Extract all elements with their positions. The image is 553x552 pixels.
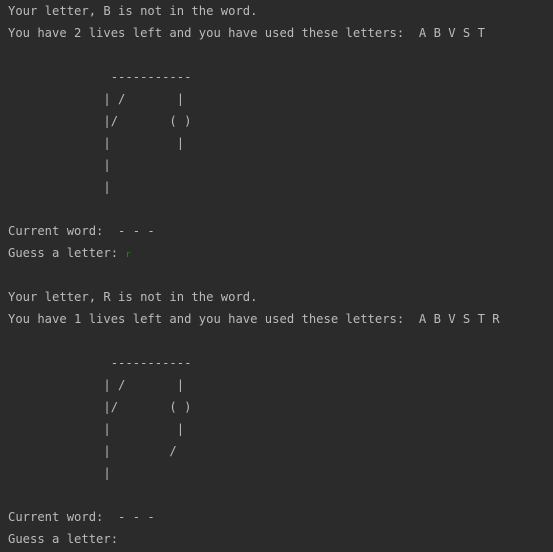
run-console-output[interactable]: Your letter, B is not in the word. You h… — [0, 0, 553, 549]
gallows-line: |/ ( ) — [8, 400, 192, 414]
gallows-line: ----------- — [8, 356, 192, 370]
guess-prompt: Guess a letter: — [8, 246, 126, 260]
gallows-line: |/ ( ) — [8, 114, 192, 128]
gallows-line: | — [8, 180, 111, 194]
gallows-line: | / | — [8, 92, 185, 106]
gallows-line: ----------- — [8, 70, 192, 84]
gallows-line: | | — [8, 136, 185, 150]
guess-prompt-line: Guess a letter: r — [8, 242, 131, 264]
typed-input: r — [125, 250, 131, 260]
lives-line: You have 1 lives left and you have used … — [8, 312, 500, 326]
lives-line: You have 2 lives left and you have used … — [8, 26, 485, 40]
guess-prompt-line[interactable]: Guess a letter: — [8, 528, 125, 550]
gallows-line: | — [8, 158, 111, 172]
current-word-line: Current word: - - - — [8, 224, 155, 238]
guess-prompt: Guess a letter: — [8, 532, 126, 546]
gallows-line: | | — [8, 422, 185, 436]
gallows-line: | — [8, 466, 111, 480]
feedback-line: Your letter, R is not in the word. — [8, 290, 258, 304]
gallows-line: | / — [8, 444, 177, 458]
current-word-line: Current word: - - - — [8, 510, 155, 524]
gallows-line: | / | — [8, 378, 185, 392]
feedback-line: Your letter, B is not in the word. — [8, 4, 258, 18]
